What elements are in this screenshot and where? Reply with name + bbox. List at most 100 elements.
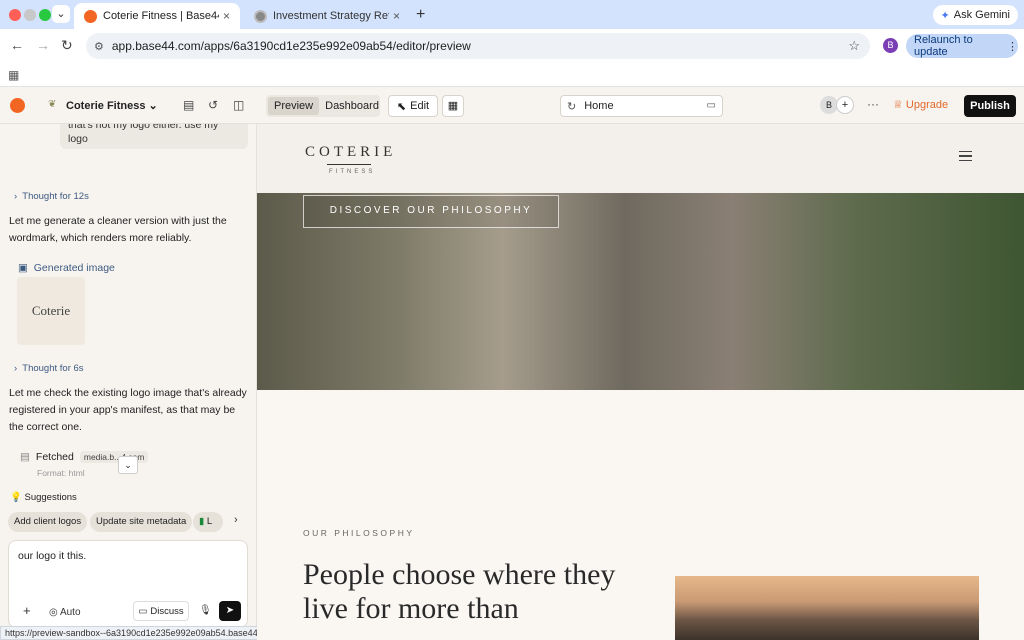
scroll-right-icon[interactable]: › [234, 514, 238, 526]
tab-title: Investment Strategy Refinem [273, 10, 389, 22]
project-selector[interactable]: Coterie Fitness ⌄ [66, 99, 158, 112]
assistant-message: Let me generate a cleaner version with j… [9, 215, 227, 244]
tab-preview[interactable]: Preview [268, 97, 320, 115]
send-button[interactable]: ➤ [219, 601, 241, 621]
generated-image-label: ▣ Generated image [18, 262, 115, 274]
view-switcher: Preview Dashboard [266, 95, 380, 117]
hero-image: DISCOVER OUR PHILOSOPHY [257, 193, 1024, 390]
chat-input-text[interactable]: our logo it this. [18, 550, 86, 562]
lightbulb-icon: 💡 [10, 492, 22, 503]
section-label: OUR PHILOSOPHY [303, 528, 415, 538]
document-icon: ▤ [20, 451, 30, 463]
bookmark-star-icon[interactable]: ☆ [848, 38, 860, 54]
more-options-icon[interactable]: ··· [867, 97, 879, 111]
invite-plus-icon[interactable]: + [836, 96, 854, 114]
assistant-message: Let me check the existing logo image tha… [9, 387, 247, 433]
refresh-page-icon[interactable]: ↻ [567, 100, 576, 113]
forward-arrow-icon[interactable]: → [36, 37, 50, 53]
chat-input[interactable]: our logo it this. + ◎ Auto ▭ Discuss 🎙 ➤ [8, 540, 248, 628]
base44-logo-icon[interactable] [10, 98, 25, 113]
site-header: COTERIE FITNESS [257, 124, 1024, 193]
cursor-icon: ⬉ [396, 100, 407, 113]
device-preview-icon[interactable]: ▭ [707, 100, 716, 111]
discover-philosophy-button[interactable]: DISCOVER OUR PHILOSOPHY [303, 195, 559, 228]
new-tab-plus-icon[interactable]: + [416, 6, 425, 24]
section-headline: People choose where they live for more t… [303, 558, 616, 625]
mode-label: Auto [59, 607, 81, 618]
page-name: Home [584, 100, 614, 112]
discuss-button[interactable]: ▭ Discuss [133, 601, 189, 621]
edit-label: Edit [410, 100, 430, 112]
expand-chevron-icon[interactable]: ⌄ [118, 456, 138, 474]
discuss-label: Discuss [150, 605, 184, 617]
close-tab-icon[interactable]: × [393, 9, 400, 23]
suggestion-chip-label: L [206, 516, 213, 527]
site-logo-subtitle: FITNESS [329, 169, 376, 175]
tab-coterie[interactable]: Coterie Fitness | Base44 × [74, 3, 240, 29]
microphone-icon[interactable]: 🎙 [199, 605, 212, 616]
suggestion-chip[interactable]: Add client logos [8, 512, 88, 532]
publish-button[interactable]: Publish [964, 95, 1016, 117]
image-icon: ▣ [18, 262, 28, 274]
fetched-url-chip: media.b...4.com [79, 451, 149, 463]
chat-panel: that's not my logo either. use my logo ›… [0, 124, 257, 640]
tab-title: Coterie Fitness | Base44 [103, 10, 219, 22]
site-logo[interactable]: COTERIE [305, 144, 396, 161]
fetched-label: Fetched [35, 451, 74, 463]
sidebar-toggle-icon[interactable]: ◫ [233, 98, 244, 112]
gemini-sparkle-icon: ✦ [940, 9, 950, 22]
hamburger-menu-icon[interactable] [959, 151, 972, 161]
apps-grid-icon[interactable]: ▦ [8, 68, 19, 82]
attach-plus-icon[interactable]: + [23, 603, 31, 618]
url-input[interactable]: ⚙ app.base44.com/apps/6a3190cd1e235e992e… [86, 33, 870, 59]
history-icon[interactable]: ↺ [208, 98, 218, 112]
sheets-icon: ▮ [199, 516, 205, 527]
city-sunset-image [675, 576, 979, 640]
globe-favicon-icon [254, 9, 267, 23]
suggestion-chip[interactable]: Update site metadata [90, 512, 193, 532]
ask-gemini-label: Ask Gemini [953, 9, 1010, 21]
generated-image-text: Generated image [33, 262, 115, 274]
profile-avatar[interactable]: B [883, 38, 898, 53]
kebab-menu-icon[interactable]: ⋮ [1007, 40, 1018, 53]
close-tab-icon[interactable]: × [223, 9, 230, 23]
page-selector[interactable]: ↻ Home ▭ [560, 95, 723, 117]
upgrade-button[interactable]: ♕ Upgrade [893, 98, 948, 111]
tab-search-chevron-icon[interactable]: ⌄ [52, 5, 70, 23]
back-arrow-icon[interactable]: ← [10, 37, 24, 53]
upgrade-label: Upgrade [905, 99, 949, 111]
chat-bubble-icon: ▭ [138, 605, 148, 617]
browser-tab-strip: ⌄ Coterie Fitness | Base44 × Investment … [0, 0, 1024, 29]
generated-image-thumbnail[interactable]: Coterie [17, 277, 85, 345]
relaunch-label: Relaunch to update [914, 34, 973, 58]
tab-investment[interactable]: Investment Strategy Refinem × [244, 3, 410, 29]
reload-icon[interactable]: ↻ [61, 37, 73, 54]
leaf-icon: ❦ [48, 99, 57, 110]
project-name: Coterie Fitness [66, 100, 146, 112]
tab-dashboard[interactable]: Dashboard [319, 97, 385, 115]
base44-favicon-icon [84, 9, 97, 23]
maximize-window-button[interactable] [39, 9, 51, 21]
thought-toggle[interactable]: › Thought for 6s [14, 363, 84, 374]
url-text: app.base44.com/apps/6a3190cd1e235e992e09… [111, 39, 471, 53]
thought-toggle[interactable]: › Thought for 12s [14, 191, 89, 202]
address-bar-row: ← → ↻ ⚙ app.base44.com/apps/6a3190cd1e23… [0, 29, 1024, 63]
thought-label: Thought for 6s [22, 363, 84, 374]
site-settings-icon[interactable]: ⚙ [94, 40, 104, 53]
code-icon[interactable]: ▤ [183, 98, 194, 112]
suggestions-label: Suggestions [24, 492, 77, 503]
suggestions-header: 💡 Suggestions [10, 492, 77, 503]
suggestion-chip[interactable]: ▮ L [193, 512, 223, 532]
thought-label: Thought for 12s [22, 191, 89, 202]
status-bar-url: https://preview-sandbox--6a3190cd1e235e9… [0, 626, 281, 640]
grid-view-button[interactable]: ▦ [442, 95, 464, 117]
site-preview: COTERIE FITNESS DISCOVER OUR PHILOSOPHY … [257, 124, 1024, 640]
edit-button[interactable]: ⬉ Edit [388, 95, 438, 117]
relaunch-button[interactable]: Relaunch to update ⋮ [906, 34, 1018, 58]
fetched-format: Format: html [37, 468, 85, 478]
user-message: that's not my logo either. use my logo [60, 124, 248, 149]
close-window-button[interactable] [9, 9, 21, 21]
minimize-window-button[interactable] [24, 9, 36, 21]
ask-gemini-button[interactable]: ✦ Ask Gemini [932, 5, 1018, 25]
mode-selector[interactable]: ◎ Auto [49, 607, 81, 618]
